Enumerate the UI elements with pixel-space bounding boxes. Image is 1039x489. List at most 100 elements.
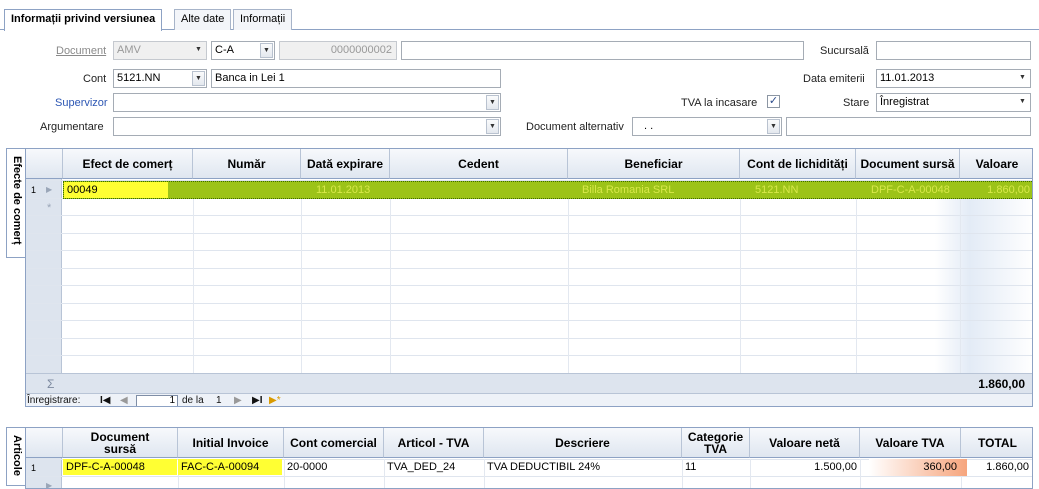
col-header-document-sursa[interactable]: Document sursă xyxy=(63,428,178,458)
grid-row-line xyxy=(26,250,1032,251)
col-header-data-expirare[interactable]: Dată expirare xyxy=(301,149,390,179)
col-header-efect[interactable]: Efect de comerț xyxy=(63,149,193,179)
document-label[interactable]: Document xyxy=(56,45,106,57)
grid-row-line xyxy=(26,320,1032,321)
col-header-document-sursa[interactable]: Document sursă xyxy=(856,149,960,179)
row-pointer-icon: ▶ xyxy=(46,185,53,194)
grid-col-line xyxy=(390,180,391,373)
supervizor-label[interactable]: Supervizor xyxy=(55,97,108,109)
next-record-icon[interactable]: ▶ xyxy=(234,395,242,406)
sucursala-field[interactable] xyxy=(876,41,1031,60)
chevron-down-icon[interactable]: ▼ xyxy=(767,119,780,134)
cell-valoare[interactable]: 1.860,00 xyxy=(961,182,1032,198)
side-tab-articole-label: Articole xyxy=(11,435,23,476)
document-alternativ-select[interactable]: . . ▼ xyxy=(632,117,782,136)
table-row[interactable]: DPF-C-A-00048 FAC-C-A-00094 20-0000 TVA_… xyxy=(63,459,1032,476)
current-record-input[interactable]: 1 xyxy=(136,395,178,406)
grid-row-line xyxy=(26,215,1032,216)
first-record-icon[interactable]: I◀ xyxy=(100,395,110,406)
chevron-down-icon[interactable]: ▼ xyxy=(260,43,273,58)
chevron-down-icon[interactable]: ▼ xyxy=(1016,95,1029,110)
col-header-articol-tva[interactable]: Articol - TVA xyxy=(384,428,484,458)
tab-other-data[interactable]: Alte date xyxy=(174,9,232,30)
document-series-select[interactable]: C-A ▼ xyxy=(211,41,275,60)
cell-valoare-neta[interactable]: 1.500,00 xyxy=(750,459,860,475)
data-emiterii-label: Data emiterii xyxy=(803,73,865,85)
tab-version-info[interactable]: Informații privind versiunea xyxy=(4,9,163,31)
grid-col-line xyxy=(856,180,857,373)
side-tab-efecte-label: Efecte de comerț xyxy=(11,156,23,245)
col-header-valoare-neta[interactable]: Valoare netă xyxy=(750,428,860,458)
col-header-total[interactable]: TOTAL xyxy=(961,428,1032,458)
grid-row-line xyxy=(26,285,1032,286)
col-header-beneficiar[interactable]: Beneficiar xyxy=(568,149,740,179)
add-record-icon[interactable]: ▶* xyxy=(269,395,281,406)
chevron-down-icon[interactable]: ▼ xyxy=(1016,71,1029,86)
prev-record-icon[interactable]: ◀ xyxy=(120,395,128,406)
grid-row-line xyxy=(26,302,1032,304)
tab-bar: Informații privind versiunea Alte date I… xyxy=(0,0,1039,31)
header-corner xyxy=(26,428,63,458)
sucursala-label: Sucursală xyxy=(820,45,869,57)
grid-row-line xyxy=(26,267,1032,269)
cell-articol-tva[interactable]: TVA_DED_24 xyxy=(384,459,458,475)
side-tab-articole[interactable]: Articole xyxy=(6,427,25,486)
document-extra-field[interactable] xyxy=(401,41,804,60)
document-number-field: 0000000002 xyxy=(279,41,397,60)
cell-total[interactable]: 1.860,00 xyxy=(961,459,1032,475)
chevron-down-icon[interactable]: ▼ xyxy=(486,95,499,110)
cont-value: 5121.NN xyxy=(117,72,161,84)
col-header-numar[interactable]: Număr xyxy=(193,149,301,179)
cell-beneficiar[interactable]: Billa Romania SRL xyxy=(579,182,677,198)
navigator-label: Înregistrare: xyxy=(27,395,81,406)
tab-information[interactable]: Informații xyxy=(233,9,293,30)
grid-col-line xyxy=(960,180,961,373)
cell-valoare-tva[interactable]: 360,00 xyxy=(860,459,960,475)
cell-document-sursa[interactable]: DPF-C-A-00048 xyxy=(868,182,953,198)
summary-row: Σ 1.860,00 xyxy=(26,373,1032,393)
total-valoare: 1.860,00 xyxy=(978,377,1025,391)
supervizor-select[interactable]: ▼ xyxy=(113,93,501,112)
col-header-valoare-tva[interactable]: Valoare TVA xyxy=(860,428,961,458)
grid-row-line xyxy=(26,355,1032,356)
cell-data-expirare[interactable]: 11.01.2013 xyxy=(313,182,373,198)
side-tab-efecte[interactable]: Efecte de comerț xyxy=(6,148,25,258)
col-header-categorie-tva[interactable]: Categorie TVA xyxy=(682,428,750,458)
col-header-initial-invoice[interactable]: Initial Invoice xyxy=(178,428,284,458)
document-alternativ-value: . . xyxy=(644,120,654,132)
cell-categorie-tva[interactable]: 11 xyxy=(682,459,699,475)
navigator-of-label: de la xyxy=(182,395,204,406)
table-row[interactable]: 00049 11.01.2013 Billa Romania SRL 5121.… xyxy=(63,181,1032,199)
last-record-icon[interactable]: ▶I xyxy=(252,395,262,406)
cell-efect[interactable]: 00049 xyxy=(64,182,168,198)
new-row-marker: * xyxy=(47,202,52,214)
argumentare-select[interactable]: ▼ xyxy=(113,117,501,136)
cont-select[interactable]: 5121.NN ▼ xyxy=(113,69,207,88)
document-type-value: AMV xyxy=(117,44,141,56)
row-index: 1 xyxy=(31,185,37,195)
cont-label: Cont xyxy=(83,73,107,85)
col-header-cedent[interactable]: Cedent xyxy=(390,149,568,179)
chevron-down-icon[interactable]: ▼ xyxy=(192,71,205,86)
col-header-cont-lichiditati[interactable]: Cont de lichidități xyxy=(740,149,856,179)
cell-document-sursa[interactable]: DPF-C-A-00048 xyxy=(63,459,177,475)
data-emiterii-field[interactable]: 11.01.2013 ▼ xyxy=(876,69,1031,88)
stare-value: Înregistrat xyxy=(880,96,929,108)
row-pointer-icon: ▶ xyxy=(46,481,53,489)
chevron-down-icon[interactable]: ▼ xyxy=(486,119,499,134)
record-navigator: Înregistrare: I◀ ◀ 1 de la 1 ▶ ▶I ▶* xyxy=(26,393,1032,406)
col-header-descriere[interactable]: Descriere xyxy=(484,428,682,458)
tva-incasare-checkbox[interactable]: ✓ xyxy=(767,95,780,108)
col-header-valoare[interactable]: Valoare xyxy=(960,149,1032,179)
cell-descriere[interactable]: TVA DEDUCTIBIL 24% xyxy=(484,459,603,475)
cell-cont-comercial[interactable]: 20-0000 xyxy=(284,459,330,475)
grid-col-line xyxy=(740,180,741,373)
stare-select[interactable]: Înregistrat ▼ xyxy=(876,93,1031,112)
cell-initial-invoice[interactable]: FAC-C-A-00094 xyxy=(178,459,282,475)
col-header-cont-comercial[interactable]: Cont comercial xyxy=(284,428,384,458)
document-alternativ-extra-field[interactable] xyxy=(786,117,1031,136)
cont-description-field: Banca in Lei 1 xyxy=(211,69,501,88)
grid-row-line xyxy=(26,337,1032,339)
cell-cont-lichiditati[interactable]: 5121.NN xyxy=(752,182,801,198)
col-header-document-sursa-label: Document sursă xyxy=(90,429,150,456)
